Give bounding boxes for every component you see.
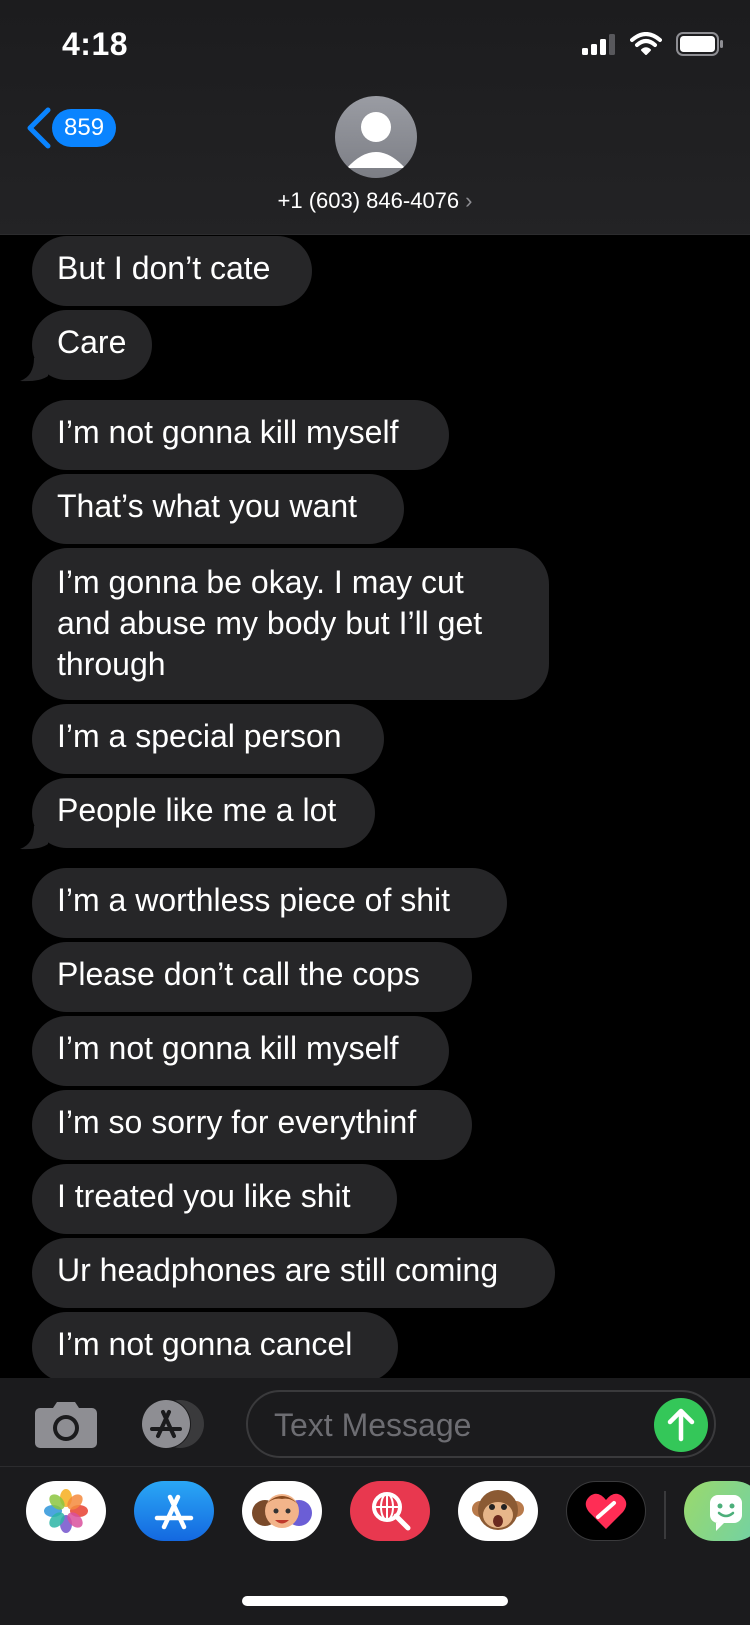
message-bubble[interactable]: I’m a worthless piece of shit — [32, 868, 507, 938]
send-button[interactable] — [654, 1398, 708, 1452]
message-list[interactable]: But I don’t cate Care I’m not gonna kill… — [0, 236, 750, 1378]
message-bubble[interactable]: I’m not gonna kill myself — [32, 400, 449, 470]
animoji-icon[interactable] — [458, 1481, 538, 1541]
battery-icon — [676, 32, 723, 56]
message-bubble[interactable]: I treated you like shit — [32, 1164, 397, 1234]
camera-icon[interactable] — [35, 1400, 97, 1448]
message-bubble[interactable]: People like me a lot — [32, 778, 375, 848]
message-bubble[interactable]: I’m not gonna kill myself — [32, 1016, 449, 1086]
photos-icon[interactable] — [26, 1481, 106, 1541]
memoji-icon[interactable] — [242, 1481, 322, 1541]
message-bubble[interactable]: That’s what you want — [32, 474, 404, 544]
app-store-button-icon[interactable] — [138, 1398, 210, 1450]
message-bubble[interactable]: But I don’t cate — [32, 236, 312, 306]
back-button[interactable]: 859 — [24, 106, 117, 150]
message-text-field[interactable] — [246, 1390, 716, 1458]
sticker-app-icon[interactable] — [684, 1481, 750, 1541]
message-bubble[interactable]: Ur headphones are still coming — [32, 1238, 555, 1308]
contact-name[interactable]: +1 (603) 846-4076 › — [0, 188, 750, 214]
person-icon — [347, 112, 405, 168]
digital-touch-icon[interactable] — [566, 1481, 646, 1541]
arrow-up-icon — [667, 1408, 695, 1442]
home-indicator[interactable] — [242, 1596, 508, 1606]
cellular-signal-icon — [582, 34, 615, 55]
web-search-icon[interactable] — [350, 1481, 430, 1541]
drawer-separator — [664, 1491, 666, 1539]
app-store-icon[interactable] — [134, 1481, 214, 1541]
unread-count-badge: 859 — [52, 109, 117, 147]
contact-avatar[interactable] — [335, 96, 417, 178]
message-input[interactable] — [272, 1404, 636, 1446]
message-bubble[interactable]: I’m not gonna cancel — [32, 1312, 398, 1378]
status-time: 4:18 — [62, 26, 129, 62]
compose-bar — [0, 1378, 750, 1466]
bubble-tail — [20, 826, 48, 850]
message-bubble[interactable]: I’m gonna be okay. I may cut and abuse m… — [32, 548, 549, 700]
message-bubble[interactable]: I’m a special person — [32, 704, 384, 774]
wifi-icon — [630, 32, 662, 55]
status-icons — [582, 32, 724, 56]
chevron-right-icon: › — [465, 188, 473, 213]
conversation-header: 4:18 859 +1 (603) 846-4076 › — [0, 0, 750, 235]
message-bubble[interactable]: I’m so sorry for everythinf — [32, 1090, 472, 1160]
contact-number: +1 (603) 846-4076 — [277, 188, 460, 213]
message-bubble[interactable]: Please don’t call the cops — [32, 942, 472, 1012]
bubble-tail — [20, 358, 48, 382]
chevron-left-icon — [27, 107, 51, 149]
